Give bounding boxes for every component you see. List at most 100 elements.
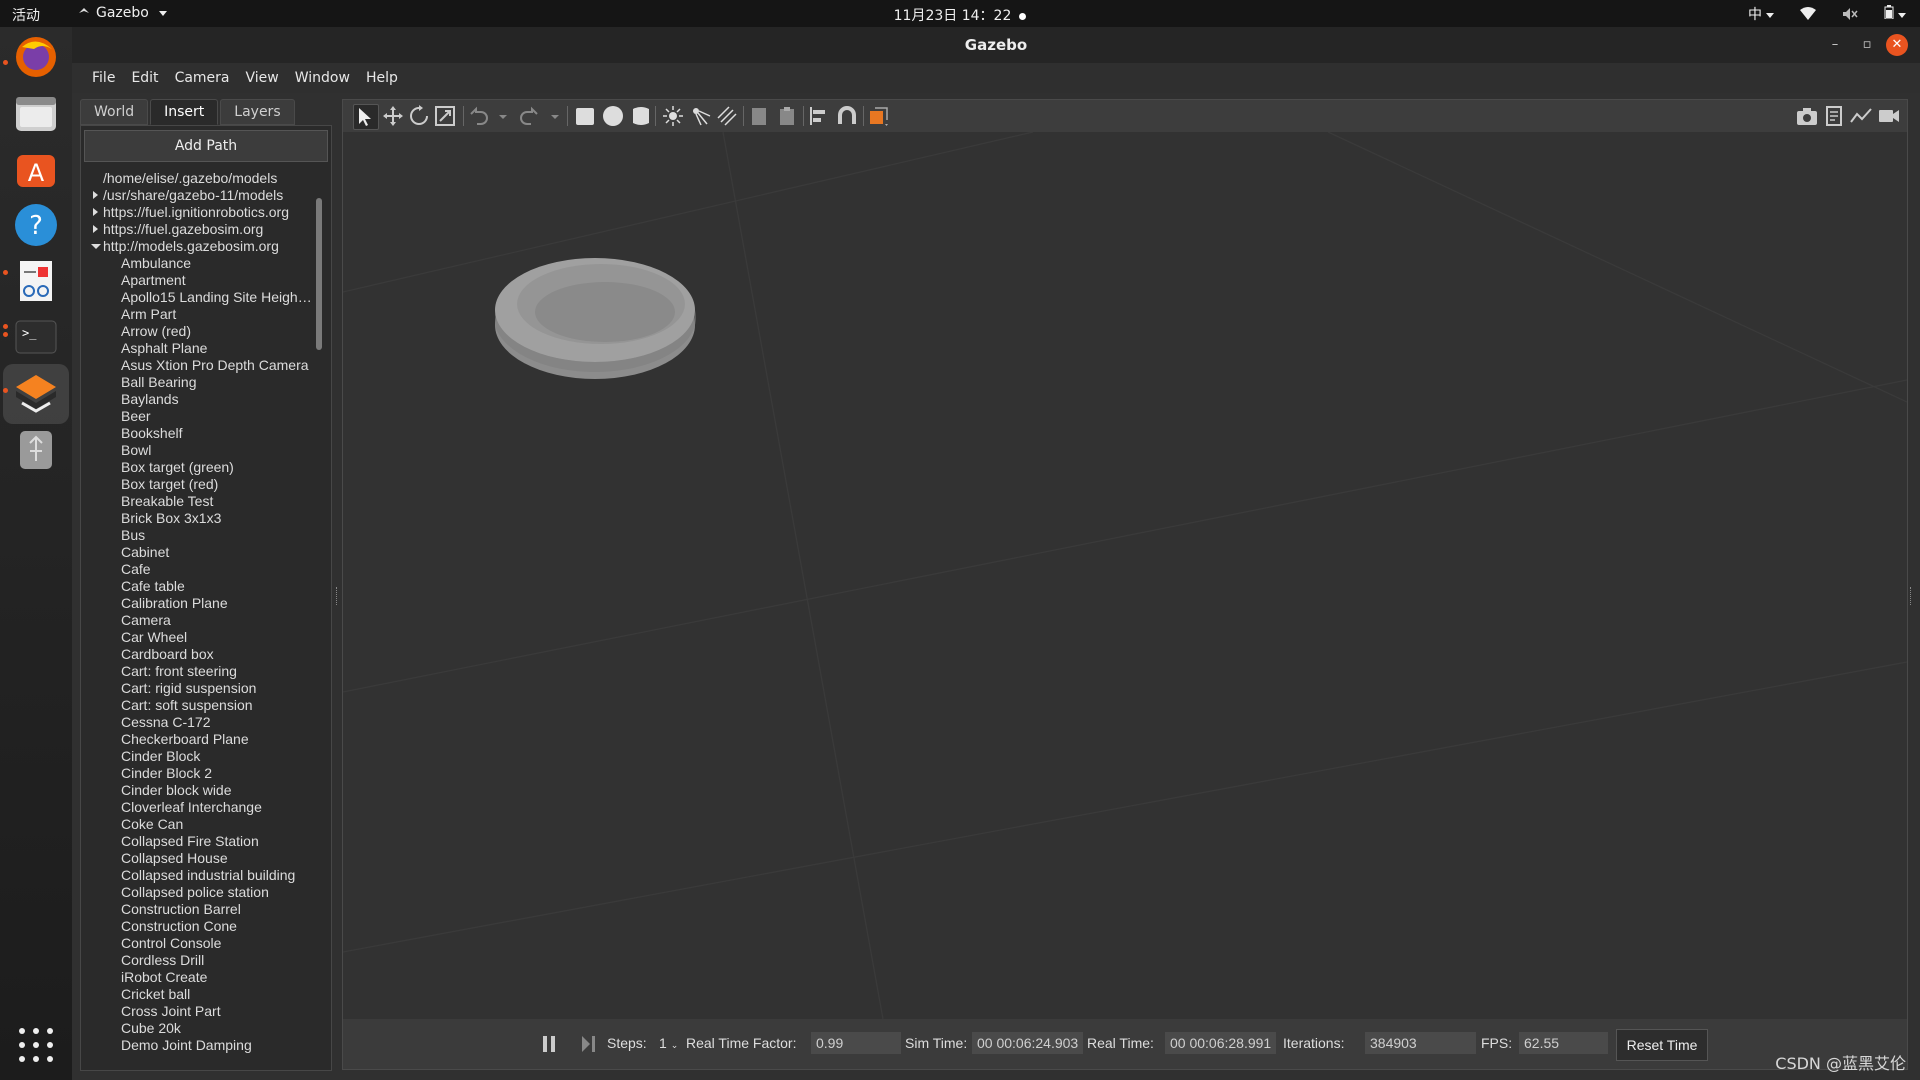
undo-icon[interactable] — [467, 104, 491, 128]
model-list-item[interactable]: Checkerboard Plane — [81, 731, 313, 748]
video-record-icon[interactable] — [1877, 104, 1901, 128]
model-list-item[interactable]: Arrow (red) — [81, 323, 313, 340]
menu-file[interactable]: File — [84, 63, 123, 93]
right-panel-splitter-handle[interactable] — [1910, 587, 1913, 605]
model-list-item[interactable]: Construction Cone — [81, 918, 313, 935]
step-forward-icon[interactable] — [581, 1035, 597, 1053]
tab-layers[interactable]: Layers — [220, 99, 295, 125]
model-list-item[interactable]: iRobot Create — [81, 969, 313, 986]
model-list-item[interactable]: Collapsed Fire Station — [81, 833, 313, 850]
model-list-item[interactable]: Arm Part — [81, 306, 313, 323]
add-path-button[interactable]: Add Path — [84, 130, 328, 162]
model-list-item[interactable]: Cinder Block — [81, 748, 313, 765]
model-list-item[interactable]: Cart: front steering — [81, 663, 313, 680]
software-store-icon[interactable]: A — [12, 145, 60, 193]
tree-root-item[interactable]: https://fuel.ignitionrobotics.org — [81, 204, 313, 221]
model-list-item[interactable]: Brick Box 3x1x3 — [81, 510, 313, 527]
model-list-item[interactable]: Cloverleaf Interchange — [81, 799, 313, 816]
log-icon[interactable] — [1823, 104, 1847, 128]
chevron-down-icon[interactable] — [91, 244, 101, 249]
model-list-item[interactable]: Cinder block wide — [81, 782, 313, 799]
panel-splitter-handle[interactable] — [336, 587, 339, 605]
chevron-right-icon[interactable] — [93, 225, 98, 233]
model-list-item[interactable]: Cessna C-172 — [81, 714, 313, 731]
model-list-item[interactable]: Cube 20k — [81, 1020, 313, 1037]
input-method-indicator[interactable]: 中 — [1748, 4, 1774, 24]
align-icon[interactable] — [807, 104, 831, 128]
document-viewer-icon[interactable] — [12, 257, 60, 305]
model-list-item[interactable]: Box target (red) — [81, 476, 313, 493]
plot-icon[interactable] — [1849, 104, 1873, 128]
rotate-icon[interactable] — [407, 104, 431, 128]
model-list-item[interactable]: Cart: soft suspension — [81, 697, 313, 714]
chevron-right-icon[interactable] — [93, 208, 98, 216]
model-list-item[interactable]: Cinder Block 2 — [81, 765, 313, 782]
model-list-item[interactable]: Cafe table — [81, 578, 313, 595]
redo-history-icon[interactable] — [543, 104, 559, 128]
pause-icon[interactable] — [542, 1035, 556, 1053]
model-list-item[interactable]: Asphalt Plane — [81, 340, 313, 357]
redo-icon[interactable] — [517, 104, 541, 128]
model-list-item[interactable]: Control Console — [81, 935, 313, 952]
model-list-item[interactable]: Camera — [81, 612, 313, 629]
model-list-item[interactable]: Baylands — [81, 391, 313, 408]
window-titlebar[interactable]: Gazebo – ▫ ✕ — [72, 27, 1920, 63]
model-list-item[interactable]: Apartment — [81, 272, 313, 289]
tab-world[interactable]: World — [80, 99, 149, 125]
model-list-item[interactable]: Bus — [81, 527, 313, 544]
model-list-item[interactable]: Bookshelf — [81, 425, 313, 442]
view-angle-icon[interactable] — [867, 104, 891, 128]
files-icon[interactable] — [12, 89, 60, 137]
menu-help[interactable]: Help — [358, 63, 406, 93]
firefox-icon[interactable] — [12, 33, 60, 81]
minimize-icon[interactable]: – — [1824, 34, 1846, 56]
model-list-item[interactable]: Cafe — [81, 561, 313, 578]
close-icon[interactable]: ✕ — [1886, 34, 1908, 56]
menu-edit[interactable]: Edit — [123, 63, 166, 93]
clock[interactable]: 11月23日 14：22 — [0, 5, 1920, 25]
tree-root-item[interactable]: /usr/share/gazebo-11/models — [81, 187, 313, 204]
wifi-icon[interactable] — [1800, 7, 1816, 21]
model-list-item[interactable]: Cricket ball — [81, 986, 313, 1003]
screenshot-icon[interactable] — [1795, 104, 1819, 128]
sphere-icon[interactable] — [601, 104, 625, 128]
tab-insert[interactable]: Insert — [150, 99, 219, 125]
model-list-item[interactable]: Ambulance — [81, 255, 313, 272]
menu-window[interactable]: Window — [287, 63, 358, 93]
cylinder-icon[interactable] — [629, 104, 653, 128]
model-list-item[interactable]: Coke Can — [81, 816, 313, 833]
model-list-item[interactable]: Collapsed police station — [81, 884, 313, 901]
3d-scene-viewport[interactable] — [343, 132, 1907, 1019]
maximize-icon[interactable]: ▫ — [1856, 34, 1878, 56]
usb-drive-icon[interactable] — [12, 425, 60, 473]
terminal-icon[interactable]: >_ — [12, 313, 60, 361]
tree-scrollbar-thumb[interactable] — [316, 198, 322, 350]
model-list-item[interactable]: Demo Joint Damping — [81, 1037, 313, 1054]
steps-spinbox[interactable]: 1 ⌄ — [659, 1035, 678, 1051]
model-list-item[interactable]: Beer — [81, 408, 313, 425]
point-light-icon[interactable] — [661, 104, 685, 128]
show-applications-icon[interactable] — [12, 1021, 60, 1069]
model-list-item[interactable]: Asus Xtion Pro Depth Camera — [81, 357, 313, 374]
paste-icon[interactable] — [775, 104, 799, 128]
model-list-item[interactable]: Box target (green) — [81, 459, 313, 476]
model-list-item[interactable]: Car Wheel — [81, 629, 313, 646]
model-list-item[interactable]: Cabinet — [81, 544, 313, 561]
copy-icon[interactable] — [747, 104, 771, 128]
tree-root-item[interactable]: /home/elise/.gazebo/models — [81, 170, 313, 187]
volume-muted-icon[interactable] — [1842, 7, 1858, 21]
model-list-item[interactable]: Ball Bearing — [81, 374, 313, 391]
menu-view[interactable]: View — [238, 63, 287, 93]
model-list-item[interactable]: Breakable Test — [81, 493, 313, 510]
model-list-item[interactable]: Cross Joint Part — [81, 1003, 313, 1020]
spot-light-icon[interactable] — [689, 104, 713, 128]
box-icon[interactable] — [573, 104, 597, 128]
undo-history-icon[interactable] — [491, 104, 507, 128]
model-list-item[interactable]: Cart: rigid suspension — [81, 680, 313, 697]
model-list-item[interactable]: Collapsed House — [81, 850, 313, 867]
translate-icon[interactable] — [381, 104, 405, 128]
model-list-item[interactable]: Apollo15 Landing Site Heightmap — [81, 289, 313, 306]
bowl-model[interactable] — [495, 258, 696, 379]
model-list-item[interactable]: Cordless Drill — [81, 952, 313, 969]
model-list-item[interactable]: Collapsed industrial building — [81, 867, 313, 884]
